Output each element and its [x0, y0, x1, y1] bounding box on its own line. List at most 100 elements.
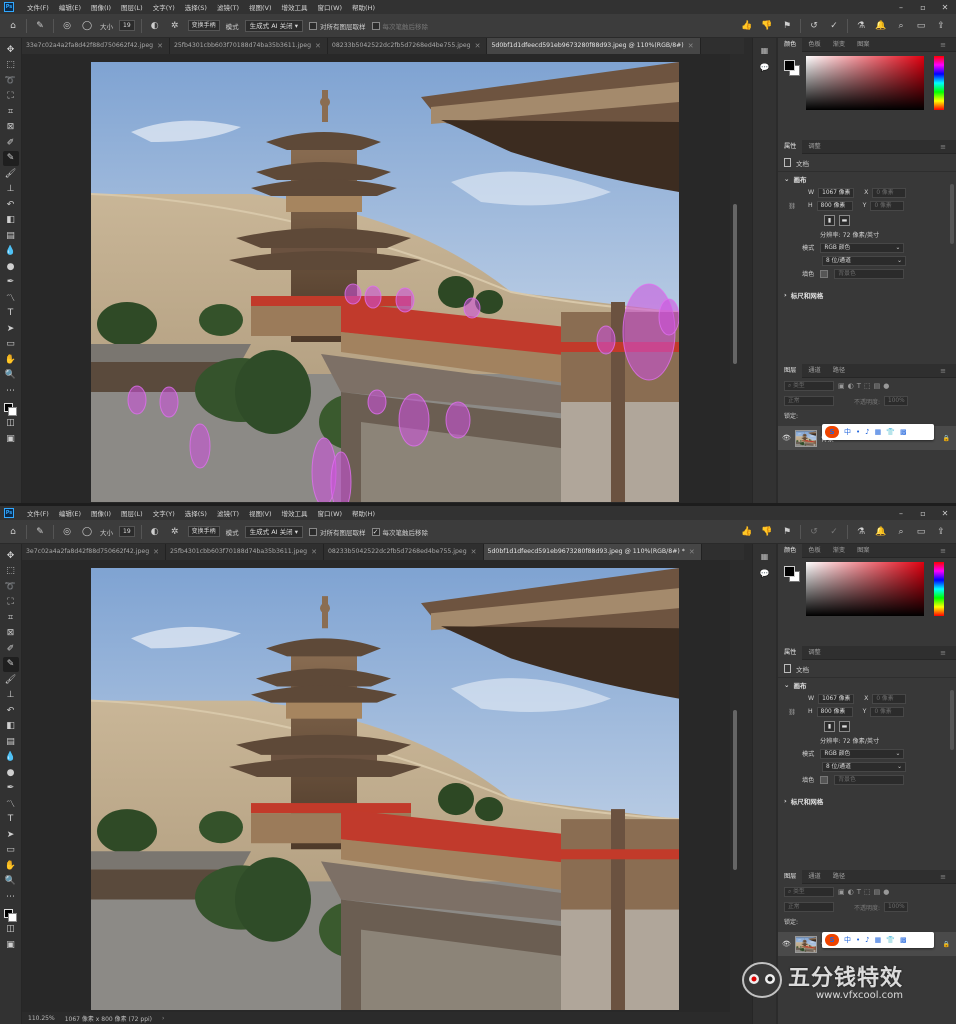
menu-edit[interactable]: 编辑(E)	[54, 508, 86, 518]
panel-scrollbar[interactable]	[950, 184, 954, 244]
fill-swatch[interactable]	[820, 775, 829, 784]
tab-color[interactable]: 颜色	[778, 543, 803, 558]
microphone-icon[interactable]: ♪	[865, 428, 869, 436]
close-tab-icon[interactable]: ✕	[153, 544, 159, 560]
commit-check-icon[interactable]: ✓	[827, 19, 841, 33]
tab-swatches[interactable]: 色板	[802, 38, 826, 52]
pen-curvature-icon[interactable]: 〽	[3, 290, 19, 306]
lasso-tool-icon[interactable]: ➰	[3, 73, 19, 89]
panel-menu-icon[interactable]: ≡	[934, 140, 952, 154]
path-select-icon[interactable]: ➤	[3, 827, 19, 843]
pen-tool-icon[interactable]: ✒	[3, 781, 19, 797]
ime-punctuation-icon[interactable]: •	[856, 936, 860, 944]
screen-mode-icon[interactable]: ▣	[3, 937, 19, 953]
panel-menu-icon[interactable]: ≡	[934, 544, 952, 558]
history-panel-icon[interactable]: ▦	[761, 552, 769, 561]
eraser-tool-icon[interactable]: ◧	[3, 213, 19, 229]
settings-gear-icon[interactable]: ✲	[168, 525, 182, 539]
close-tab-icon[interactable]: ✕	[311, 544, 317, 560]
menu-image[interactable]: 图像(I)	[86, 508, 116, 518]
workspace-icon[interactable]: ▭	[914, 525, 928, 539]
zoom-tool-icon[interactable]: 🔍	[3, 874, 19, 890]
tab-adjustments[interactable]: 调整	[802, 646, 826, 660]
canvas-area[interactable]	[22, 560, 740, 1012]
checkbox-box[interactable]	[309, 21, 317, 30]
portrait-icon[interactable]: ▮	[824, 214, 835, 226]
document-tab[interactable]: 25fb4301cbb603f70188d74ba35b3611.jpeg ✕	[170, 38, 328, 54]
brush-mode-button[interactable]: 变换手柄	[187, 20, 220, 31]
tab-channels[interactable]: 通道	[802, 364, 826, 378]
document-tab-active[interactable]: 5d0bf1d1dfeecd591eb9673280f88d93.jpeg @ …	[487, 38, 701, 54]
tab-properties[interactable]: 属性	[778, 139, 803, 154]
thumbs-down-icon[interactable]: 👎	[760, 525, 774, 539]
scroll-thumb[interactable]	[733, 710, 737, 870]
mode-select[interactable]: 生成式 AI 关闭 ▾	[244, 525, 303, 538]
document-tab[interactable]: 08233b5042522dc2fb5d7268ed4be755.jpeg ✕	[324, 544, 484, 560]
menu-layer[interactable]: 图层(L)	[116, 508, 148, 518]
flag-icon[interactable]: ⚑	[780, 525, 794, 539]
maximize-button[interactable]: ▫	[912, 3, 934, 12]
move-tool-icon[interactable]: ✥	[3, 42, 19, 58]
keyboard-icon[interactable]: ▦	[875, 936, 882, 944]
sample-all-layers-checkbox[interactable]: 对所有图层取样	[309, 527, 366, 537]
panel-menu-icon[interactable]: ≡	[934, 38, 952, 52]
scroll-thumb[interactable]	[733, 204, 737, 364]
canvas-section-header[interactable]: ⌄ 画布	[778, 172, 956, 186]
thumbs-up-icon[interactable]: 👍	[740, 19, 754, 33]
tab-layers[interactable]: 图层	[778, 363, 803, 378]
y-input[interactable]: 0 像素	[870, 200, 905, 211]
layer-filter-select[interactable]: ⌕ 类型	[784, 381, 834, 391]
menu-plugins[interactable]: 增效工具	[277, 508, 313, 518]
tab-patterns[interactable]: 图案	[851, 544, 875, 558]
skin-icon[interactable]: 👕	[886, 936, 895, 944]
zoom-tool-icon[interactable]: 🔍	[3, 368, 19, 384]
panel-menu-icon[interactable]: ≡	[934, 870, 952, 884]
pen-tool-icon[interactable]: ✒	[3, 275, 19, 291]
remove-after-stroke-checkbox[interactable]: 每次笔触后移除	[371, 21, 428, 31]
home-icon[interactable]: ⌂	[6, 19, 20, 33]
tab-channels[interactable]: 通道	[802, 870, 826, 884]
frame-tool-icon[interactable]: ⊠	[3, 626, 19, 642]
link-icon[interactable]: ⛓	[788, 708, 804, 716]
eyedropper-tool-icon[interactable]: ✐	[3, 135, 19, 151]
filter-icons[interactable]: ▣◐T⬚▤●	[838, 382, 892, 390]
remove-tool-icon[interactable]: ✎	[2, 150, 19, 166]
menu-plugins[interactable]: 增效工具	[277, 2, 313, 12]
remove-after-stroke-checkbox[interactable]: ✓ 每次笔触后移除	[371, 527, 428, 537]
landscape-icon[interactable]: ▬	[839, 214, 850, 226]
brush-mode-button[interactable]: 变换手柄	[187, 526, 220, 537]
history-brush-icon[interactable]: ↶	[3, 197, 19, 213]
object-select-tool-icon[interactable]: ⛶	[3, 595, 19, 611]
brush-preset-icon[interactable]: ◎	[60, 525, 74, 539]
toolbox-icon[interactable]: ▩	[900, 428, 907, 436]
width-input[interactable]: 1067 像素	[818, 187, 855, 198]
mode-select[interactable]: 生成式 AI 关闭 ▾	[244, 19, 303, 32]
hue-slider[interactable]	[934, 562, 944, 616]
lock-icon[interactable]: 🔒	[943, 941, 950, 948]
marquee-tool-icon[interactable]: ⬚	[3, 564, 19, 580]
close-button[interactable]: ✕	[934, 3, 956, 12]
size-input[interactable]: 19	[119, 526, 135, 537]
beaker-icon[interactable]: ⚗	[854, 19, 868, 33]
more-tools-icon[interactable]: ⋯	[3, 889, 19, 905]
lock-icon[interactable]: 🔒	[943, 435, 950, 442]
menu-edit[interactable]: 编辑(E)	[54, 2, 86, 12]
menu-filter[interactable]: 滤镜(T)	[212, 508, 244, 518]
close-button[interactable]: ✕	[934, 509, 956, 518]
crop-tool-icon[interactable]: ⌗	[3, 104, 19, 120]
undo-icon[interactable]: ↺	[807, 19, 821, 33]
menu-help[interactable]: 帮助(H)	[347, 2, 380, 12]
remove-tool-icon[interactable]: ✎	[33, 19, 47, 33]
thumbs-up-icon[interactable]: 👍	[740, 525, 754, 539]
height-input[interactable]: 800 像素	[816, 200, 853, 211]
ime-logo[interactable]: S	[825, 426, 839, 438]
menu-help[interactable]: 帮助(H)	[347, 508, 380, 518]
document-tab[interactable]: 25fb4301cbb603f70188d74ba35b3611.jpeg ✕	[166, 544, 324, 560]
menu-type[interactable]: 文字(Y)	[148, 508, 180, 518]
close-tab-icon[interactable]: ✕	[689, 544, 695, 560]
tab-layers[interactable]: 图层	[778, 869, 803, 884]
checkbox-checked[interactable]: ✓	[371, 527, 380, 536]
tab-gradients[interactable]: 渐变	[827, 544, 851, 558]
panel-scrollbar[interactable]	[950, 690, 954, 750]
blur-tool-icon[interactable]: 💧	[3, 244, 19, 260]
